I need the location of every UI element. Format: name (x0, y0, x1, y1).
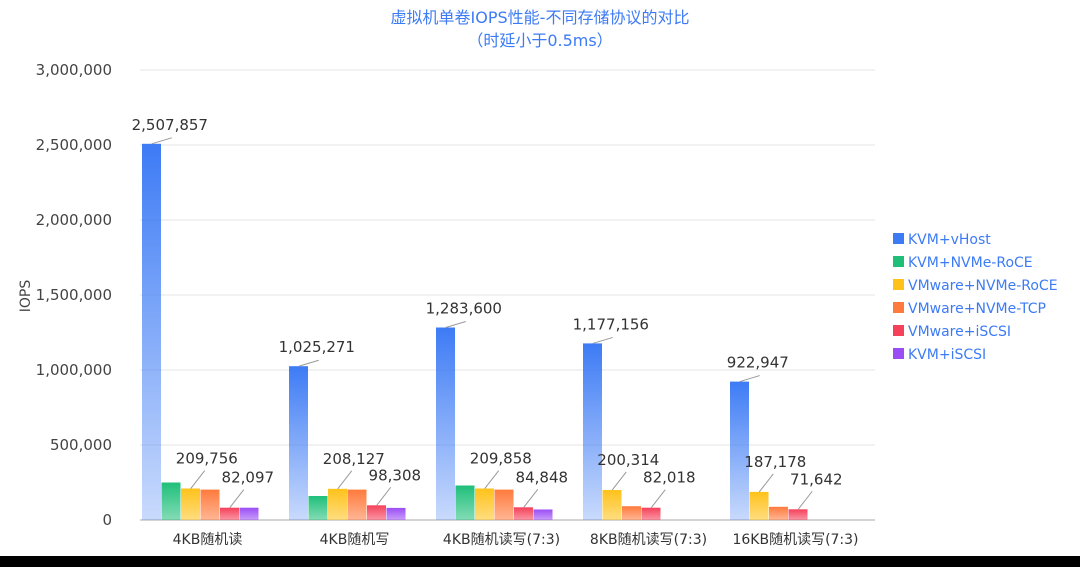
legend-label: VMware+NVMe-TCP (908, 301, 1046, 317)
bar-kvm-iscsi-2 (533, 509, 553, 520)
y-tick-label: 500,000 (50, 436, 112, 454)
data-label: 187,178 (744, 453, 806, 471)
data-label: 98,308 (369, 466, 422, 484)
bar-vmware-nvme-tcp-1 (347, 489, 367, 520)
data-label: 922,947 (727, 354, 789, 372)
x-axis-categories: 4KB随机读 4KB随机写 4KB随机读写(7:3) 8KB随机读写(7:3) 16KB… (173, 531, 859, 548)
y-axis-ticks: 0 500,000 1,000,000 1,500,000 2,000,000 2,500… (36, 61, 112, 529)
data-label: 82,018 (643, 469, 696, 487)
x-tick-label: 4KB随机写 (320, 532, 390, 548)
bar-vmware-iscsi-3 (641, 507, 661, 520)
chart-title: 虚拟机单卷IOPS性能-不同存储协议的对比 (391, 8, 690, 27)
bar-vmware-nvme-tcp-2 (494, 489, 514, 520)
bar-kvm-iscsi-1 (386, 507, 406, 520)
data-label: 209,858 (470, 450, 532, 468)
y-tick-label: 2,500,000 (36, 136, 112, 154)
bottom-border (0, 556, 1080, 567)
data-label: 82,097 (222, 469, 275, 487)
bar-kvm-nvme-roce-0 (161, 482, 181, 520)
leader-line (758, 473, 774, 493)
legend-label: VMware+NVMe-RoCE (908, 278, 1058, 294)
legend-swatch (893, 302, 904, 313)
bar-vmware-nvme-tcp-0 (200, 489, 220, 520)
bar-kvm-vhost-0 (142, 143, 161, 521)
y-tick-label: 1,000,000 (36, 361, 112, 379)
leader-line (337, 470, 353, 490)
bar-vmware-iscsi-1 (367, 505, 386, 520)
legend-swatch (893, 256, 904, 267)
bar-vmware-nvme-tcp-4 (769, 506, 788, 520)
bar-vmware-nvme-roce-1 (328, 488, 347, 520)
legend-swatch (893, 325, 904, 336)
bar-vmware-nvme-roce-4 (749, 491, 769, 520)
y-tick-label: 3,000,000 (36, 61, 112, 79)
legend-swatch (893, 279, 904, 290)
leader-line (229, 489, 245, 508)
leader-line (592, 336, 613, 344)
data-label: 200,314 (597, 451, 659, 469)
bar-kvm-nvme-roce-2 (455, 485, 475, 520)
data-label: 1,283,600 (426, 300, 502, 318)
bar-kvm-vhost-3 (583, 343, 602, 520)
x-tick-label: 16KB随机读写(7:3) (732, 531, 858, 548)
legend-swatch (893, 233, 904, 244)
bar-vmware-iscsi-0 (220, 507, 239, 520)
data-label: 209,756 (176, 450, 238, 468)
data-label: 71,642 (790, 470, 843, 488)
bar-vmware-nvme-roce-2 (475, 488, 494, 520)
legend-label: VMware+iSCSI (908, 324, 1011, 340)
bar-kvm-nvme-roce-1 (308, 496, 328, 520)
leader-line (151, 137, 172, 145)
data-label: 1,177,156 (573, 315, 649, 333)
y-axis-label: IOPS (18, 280, 34, 313)
x-tick-label: 4KB随机读 (173, 531, 243, 548)
bar-vmware-iscsi-4 (788, 509, 808, 520)
data-label: 84,848 (516, 468, 569, 486)
data-label: 208,127 (323, 450, 385, 468)
bar-vmware-iscsi-2 (514, 507, 533, 520)
bar-kvm-vhost-2 (436, 327, 455, 520)
chart-subtitle: （时延小于0.5ms） (467, 31, 612, 50)
y-tick-label: 2,000,000 (36, 211, 112, 229)
y-tick-label: 0 (102, 511, 112, 529)
data-label: 2,507,857 (132, 116, 208, 134)
x-tick-label: 4KB随机读写(7:3) (443, 531, 560, 548)
leader-line (611, 471, 627, 491)
leader-line (190, 470, 206, 489)
bar-vmware-nvme-tcp-3 (622, 506, 641, 520)
bar-kvm-vhost-1 (289, 366, 308, 520)
x-tick-label: 8KB随机读写(7:3) (590, 531, 707, 548)
leader-line (650, 489, 666, 509)
leader-line (298, 359, 319, 367)
leader-line (797, 490, 813, 510)
bar-kvm-vhost-4 (730, 381, 749, 520)
bar-vmware-nvme-roce-0 (181, 488, 200, 520)
data-label: 1,025,271 (279, 338, 355, 356)
iops-bar-chart: 虚拟机单卷IOPS性能-不同存储协议的对比 （时延小于0.5ms） 0 500,0… (18, 8, 1058, 548)
leader-line (445, 320, 466, 328)
leader-line (523, 488, 539, 508)
bar-kvm-iscsi-0 (239, 507, 259, 520)
leader-line (376, 486, 392, 506)
legend: KVM+vHost KVM+NVMe-RoCE VMware+NVMe-RoCE VM… (893, 232, 1058, 363)
leader-line (484, 470, 500, 489)
y-tick-label: 1,500,000 (36, 286, 112, 304)
legend-swatch (893, 348, 904, 359)
bar-vmware-nvme-roce-3 (602, 490, 622, 520)
leader-line (739, 375, 760, 383)
legend-label: KVM+NVMe-RoCE (908, 255, 1033, 271)
legend-label: KVM+iSCSI (908, 347, 986, 363)
legend-label: KVM+vHost (908, 232, 991, 248)
